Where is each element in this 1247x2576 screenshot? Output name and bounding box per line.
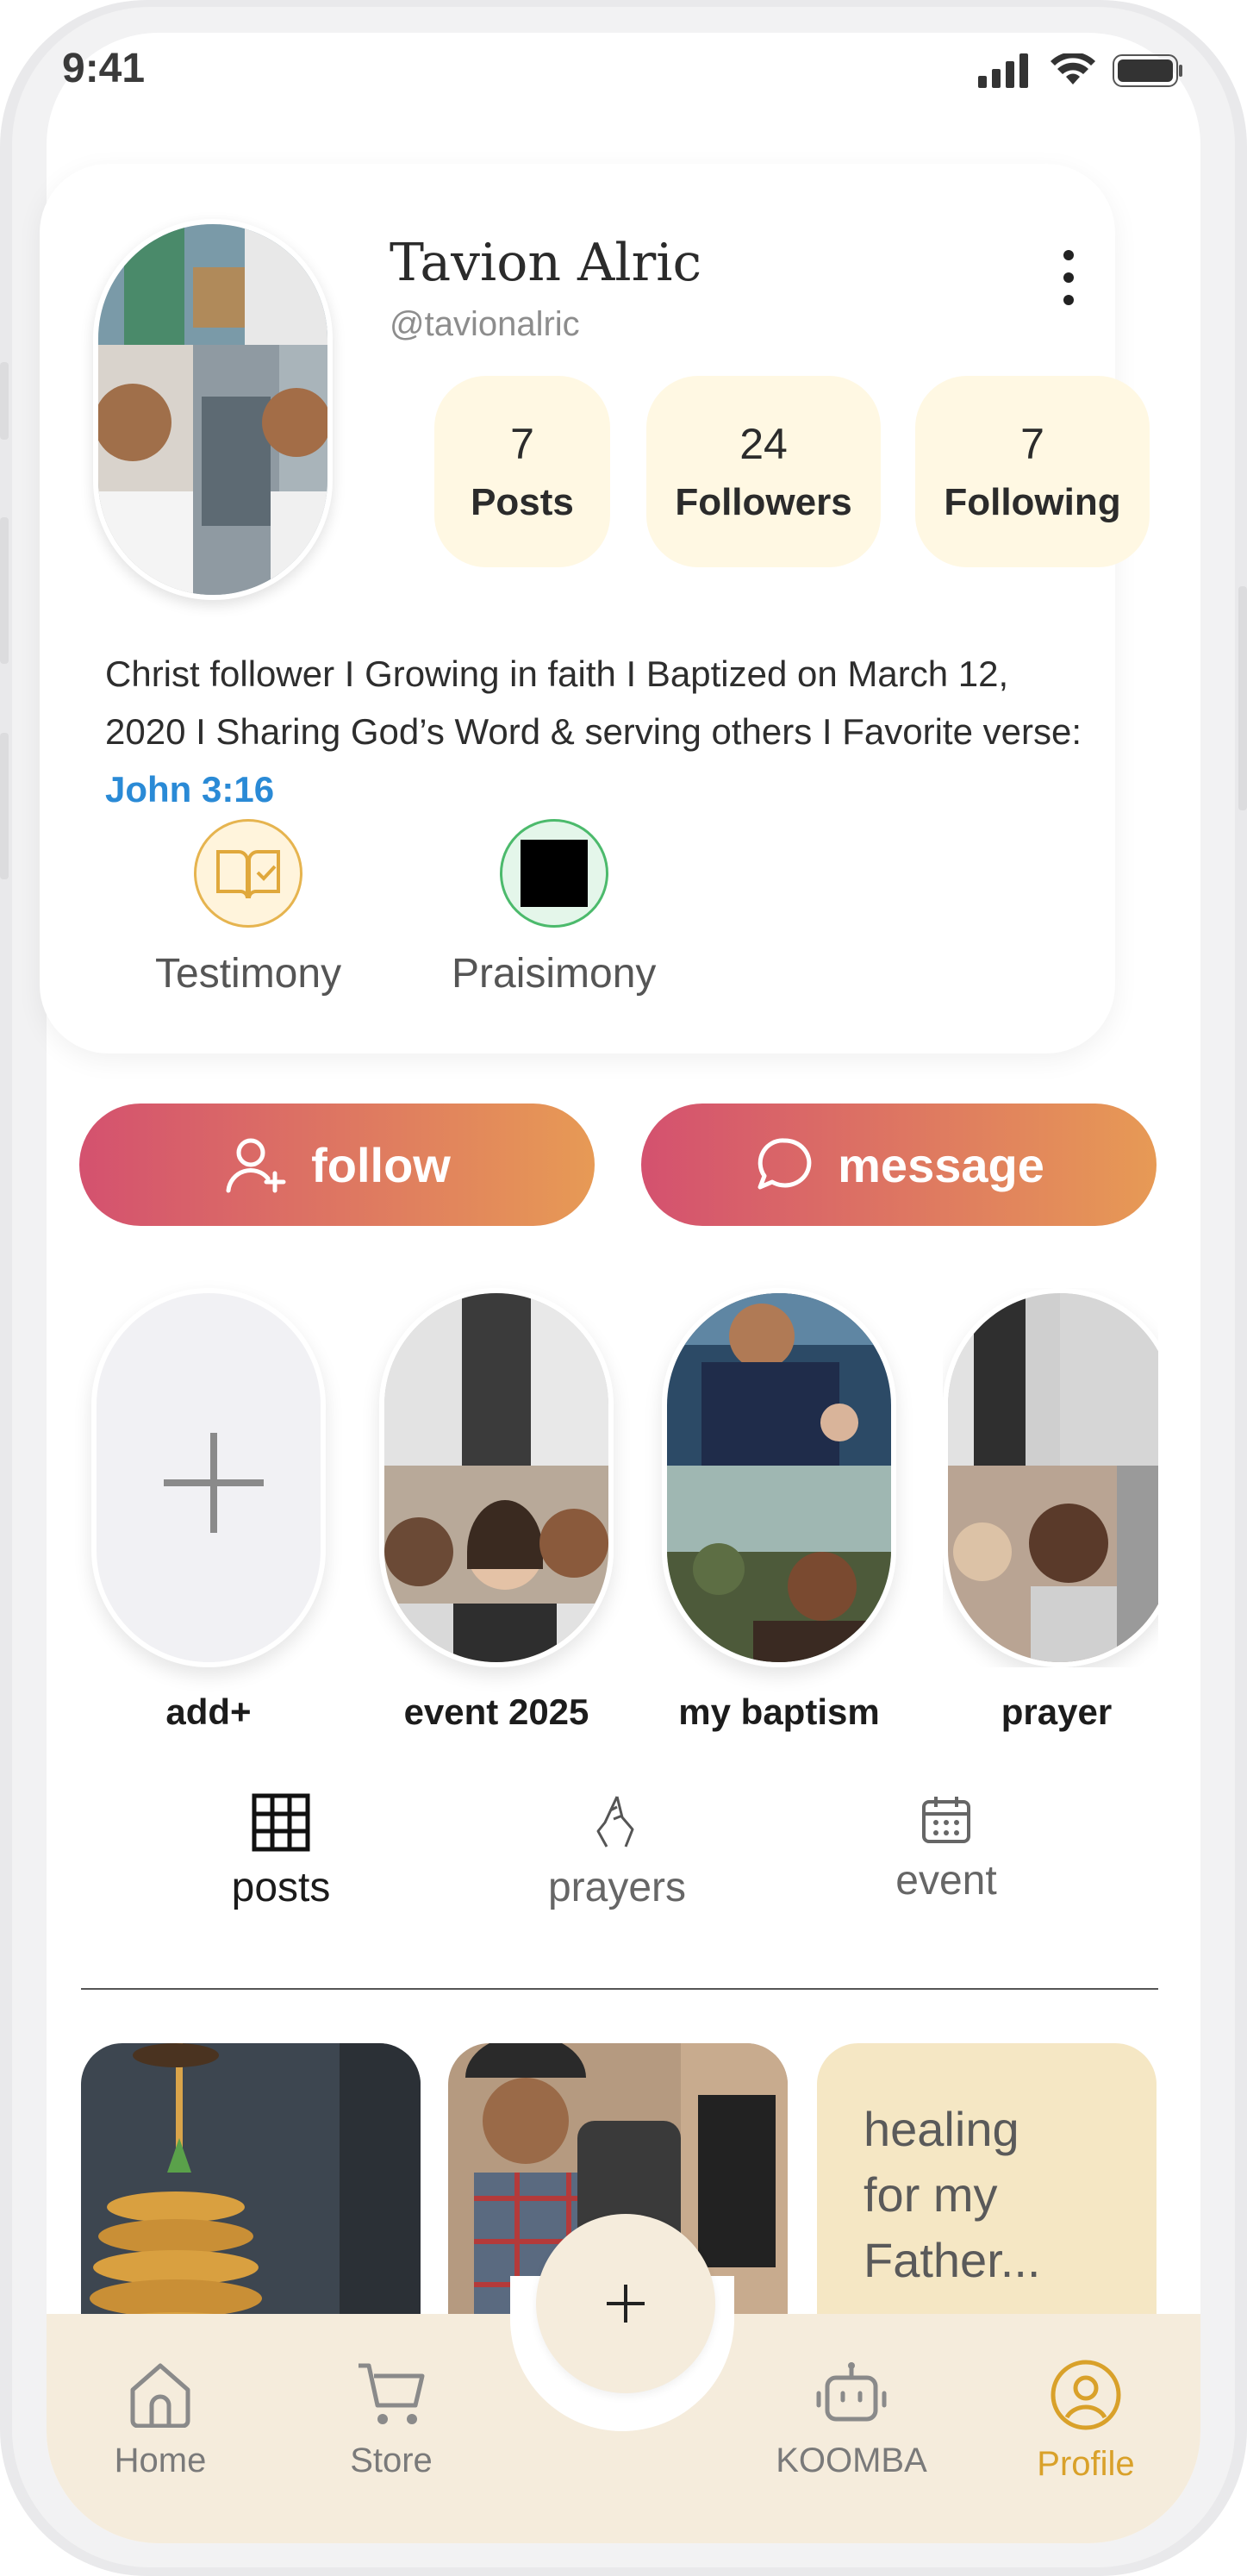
story-event-2025[interactable]	[379, 1288, 614, 1667]
stat-following-value: 7	[1020, 420, 1044, 468]
stat-followers-label: Followers	[675, 481, 852, 523]
badge-testimony[interactable]: Testimony	[155, 819, 341, 997]
tab-event-label: event	[895, 1858, 997, 1904]
black-square-icon	[499, 819, 608, 928]
volume-up-button	[0, 517, 9, 664]
tab-prayers-label: prayers	[547, 1865, 687, 1910]
story-label-event-2025: event 2025	[403, 1691, 589, 1732]
tab-posts[interactable]: posts	[169, 1793, 393, 1911]
nav-koomba[interactable]: KOOMBA	[748, 2359, 955, 2480]
user-circle-icon	[1051, 2360, 1121, 2430]
stat-posts-value: 7	[510, 420, 534, 468]
stat-following-label: Following	[944, 481, 1121, 523]
wifi-icon	[1051, 53, 1095, 84]
nav-store-label: Store	[350, 2442, 433, 2479]
story-prayer[interactable]	[943, 1288, 1158, 1667]
stat-followers[interactable]: 24 Followers	[646, 376, 881, 567]
badge-praisimony[interactable]: Praisimony	[452, 819, 656, 997]
badge-testimony-label: Testimony	[155, 951, 342, 997]
nav-store[interactable]: Store	[288, 2359, 495, 2480]
stat-posts-label: Posts	[471, 481, 574, 523]
story-label-prayer: prayer	[1001, 1691, 1113, 1732]
story-add[interactable]	[91, 1288, 326, 1667]
message-button[interactable]: message	[641, 1104, 1157, 1226]
robot-icon	[816, 2362, 887, 2422]
nav-home[interactable]: Home	[57, 2359, 264, 2480]
calendar-icon	[922, 1797, 970, 1843]
nav-profile-label: Profile	[1037, 2445, 1135, 2483]
story-prayer-clip	[943, 1288, 1158, 1667]
home-icon	[130, 2363, 190, 2428]
post-text-content: healing for my Father...	[864, 2102, 1041, 2287]
battery-icon	[1113, 54, 1182, 87]
more-options-icon[interactable]	[1058, 250, 1079, 305]
nav-profile[interactable]: Profile	[982, 2359, 1189, 2484]
bio-verse-link[interactable]: John 3:16	[105, 769, 274, 810]
grid-icon	[252, 1793, 310, 1852]
create-post-button[interactable]	[536, 2214, 715, 2393]
stat-following[interactable]: 7 Following	[915, 376, 1150, 567]
profile-handle: @tavionalric	[390, 305, 580, 343]
avatar[interactable]	[93, 219, 333, 600]
volume-down-button	[0, 733, 9, 879]
book-check-icon	[194, 819, 303, 928]
profile-name: Tavion Alric	[390, 233, 702, 293]
badge-praisimony-label: Praisimony	[452, 951, 657, 997]
user-plus-icon	[226, 1138, 286, 1193]
bio-text: Christ follower I Growing in faith I Bap…	[105, 653, 1082, 752]
praying-hands-icon	[596, 1796, 634, 1848]
power-button	[1238, 586, 1247, 810]
plus-icon	[607, 2285, 645, 2323]
profile-bio: Christ follower I Growing in faith I Bap…	[105, 645, 1088, 818]
side-button	[0, 362, 9, 440]
signal-icon	[978, 53, 1028, 88]
nav-home-label: Home	[114, 2442, 207, 2479]
nav-koomba-label: KOOMBA	[776, 2442, 927, 2479]
chat-bubble-icon	[758, 1138, 812, 1190]
status-time: 9:41	[62, 46, 146, 91]
story-label-my-baptism: my baptism	[678, 1691, 880, 1732]
tab-prayers[interactable]: prayers	[505, 1793, 729, 1911]
follow-label: follow	[311, 1137, 451, 1192]
tab-posts-label: posts	[231, 1865, 331, 1910]
plus-icon	[164, 1433, 264, 1533]
stat-posts[interactable]: 7 Posts	[434, 376, 610, 567]
tab-event[interactable]: event	[834, 1793, 1058, 1904]
cart-icon	[359, 2363, 425, 2424]
story-my-baptism[interactable]	[662, 1288, 896, 1667]
stat-followers-value: 24	[739, 420, 788, 468]
follow-button[interactable]: follow	[79, 1104, 595, 1226]
message-label: message	[838, 1137, 1044, 1192]
story-label-add: add+	[165, 1691, 252, 1732]
tab-divider	[81, 1988, 1158, 1990]
status-icons	[978, 53, 1183, 88]
